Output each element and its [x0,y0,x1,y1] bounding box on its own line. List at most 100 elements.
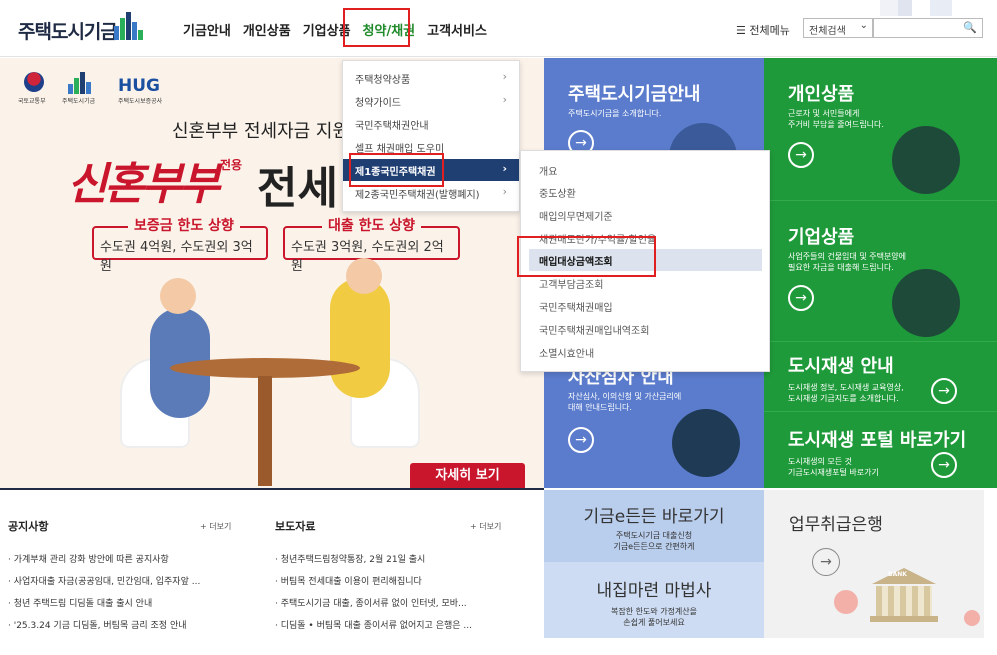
tile-corporate-desc2: 필요한 자금을 대출해 드립니다. [788,263,894,272]
arrow-right-icon[interactable]: → [788,142,814,168]
header-decoration [930,0,952,16]
tile-portal-desc2: 기금도시재생포털 바로가기 [788,468,879,477]
menu-item-bond-purchase-history[interactable]: 국민주택채권매입내역조회 [529,318,762,340]
man-head-illustration [346,258,382,294]
all-menu-button[interactable]: ☰ 전체메뉴 [736,22,790,38]
menu-item-exemption-criteria[interactable]: 매입의무면제기준 [529,204,762,226]
notice-item[interactable]: · 청년 주택드림 디딤돌 대출 출시 안내 [8,596,152,609]
table-leg-illustration [258,376,272,486]
tile-fund-title: 주택도시기금안내 [568,84,701,105]
search-input[interactable]: 🔍 [873,18,983,38]
nav-personal[interactable]: 개인상품 [243,20,291,39]
tile-bank-title: 업무취급은행 [789,515,883,535]
menu-item-prescription-info[interactable]: 소멸시효안내 [529,341,762,363]
menu-item-label: 주택청약상품 [355,75,411,86]
tile-corporate[interactable]: 기업상품 사업주들의 건물임대 및 주택분양에 필요한 자금을 대출해 드립니다… [764,200,997,341]
search-icon[interactable]: 🔍 [963,21,977,34]
main-navigation: 기금안내 개인상품 기업상품 청약/채권 고객서비스 [183,20,487,39]
notice-item-text: 청년 주택드림 디딤돌 대출 출시 안내 [13,599,153,609]
nav-customer-service[interactable]: 고객서비스 [427,20,487,39]
bank-sign: BANK [888,571,907,578]
menu-item-bond-sale-price[interactable]: 채권매도단가/수익률/할인율 [529,227,762,249]
molit-logo-icon [24,72,44,92]
notice-item[interactable]: · 가계부채 관리 강화 방안에 따른 공지사항 [8,552,169,565]
menu-item-subscription-guide[interactable]: 청약가이드 › [343,90,519,112]
tile-personal-desc2: 주거비 부담을 줄여드립니다. [788,120,884,129]
arrow-right-icon[interactable]: → [568,427,594,453]
press-item[interactable]: · 주택도시기금 대출, 종이서류 없이 인터넷, 모바... [275,596,467,609]
fund-logo-icon [68,72,92,94]
notice-item-text: 사업자대출 자금(공공임대, 민간임대, 입주자앞 ... [13,577,201,587]
menu-item-purchase-amount-lookup[interactable]: 매입대상금액조회 [529,249,762,271]
menu-item-early-repayment[interactable]: 중도상환 [529,181,762,203]
nav-fund-info[interactable]: 기금안내 [183,20,231,39]
tile-corporate-desc1: 사업주들의 건물임대 및 주택분양에 [788,252,907,261]
decor-circle-icon [834,590,858,614]
woman-head-illustration [160,278,196,314]
chevron-right-icon: › [502,93,507,106]
tile-regen-desc2: 도시재생 기금지도를 소개합니다. [788,394,899,403]
tile-efund[interactable]: 기금e든든 바로가기 주택도시기금 대출신청 기금e든든으로 간편하게 [544,490,764,562]
menu-item-label: 셀프 채권매입 도우미 [355,144,445,155]
site-logo-text[interactable]: 주택도시기금 [18,17,118,44]
tile-personal[interactable]: 개인상품 근로자 및 서민들에게 주거비 부담을 줄여드립니다. → [764,58,997,200]
tile-regen-desc1: 도시재생 정보, 도시재생 교육영상, [788,383,904,392]
menu-item-bond-info[interactable]: 국민주택채권안내 [343,113,519,135]
tile-portal-title: 도시재생 포털 바로가기 [788,430,967,451]
header-decoration [880,0,898,16]
banner-title-red: 신혼부부 [67,159,220,210]
menu-item-self-bond-helper[interactable]: 셀프 채권매입 도우미 [343,136,519,158]
press-item-text: 청년주택드림청약통장, 2월 21일 출시 [280,555,426,565]
tile-banks[interactable]: 업무취급은행 → BANK [764,490,984,638]
menu-item-subscription-products[interactable]: 주택청약상품 › [343,67,519,89]
tile-regen-portal[interactable]: 도시재생 포털 바로가기 도시재생의 모든 것 기금도시재생포털 바로가기 → [764,411,997,488]
press-item[interactable]: · 버팀목 전세대출 이용이 편리해집니다 [275,574,422,587]
arrow-right-icon[interactable]: → [931,378,957,404]
site-header: 주택도시기금 기금안내 개인상품 기업상품 청약/채권 고객서비스 ☰ 전체메뉴… [0,0,997,57]
banner-more-button[interactable]: 자세히 보기 [410,463,525,488]
tile-efund-title: 기금e든든 바로가기 [583,507,725,527]
chevron-right-icon: › [502,185,507,198]
tile-my-home[interactable]: 내집마련 마법사 복잡한 한도와 가정계산을 손쉽게 풀어보세요 [544,562,764,638]
hamburger-icon: ☰ [736,24,746,37]
menu-item-overview[interactable]: 개요 [529,159,762,181]
menu-item-label: 제2종국민주택채권(발행폐지) [355,190,480,201]
chevron-right-icon: › [502,70,507,83]
man-illustration [330,278,390,398]
menu-item-label: 제1종국민주택채권 [355,167,436,178]
menu-item-label: 청약가이드 [355,98,401,109]
notice-title: 공지사항 [8,520,49,533]
notice-more-link[interactable]: + 더보기 [200,521,231,532]
arrow-right-icon[interactable]: → [788,285,814,311]
notice-item-text: '25.3.24 기금 디딤돌, 버팀목 금리 조정 안내 [13,621,187,631]
search-scope-value: 전체검색 [809,26,846,37]
search-scope-select[interactable]: 전체검색 ⌄ [803,18,873,38]
press-item[interactable]: · 청년주택드림청약통장, 2월 21일 출시 [275,552,425,565]
banner-title-small: 전용 [220,158,243,172]
notice-item[interactable]: · 사업자대출 자금(공공임대, 민간임대, 입주자앞 ... [8,574,200,587]
tile-urban-regeneration[interactable]: 도시재생 안내 도시재생 정보, 도시재생 교육영상, 도시재생 기금지도를 소… [764,341,997,411]
tile-efund-desc2: 기금e든든으로 간편하게 [613,542,695,551]
arrow-right-icon[interactable]: → [812,548,840,576]
menu-item-bond-purchase[interactable]: 국민주택채권매입 [529,295,762,317]
arrow-right-icon[interactable]: → [931,452,957,478]
press-item[interactable]: · 디딤돌 • 버팀목 대출 종이서류 없어지고 은행은 ... [275,618,472,631]
bank-building-icon: BANK [864,568,944,628]
notice-item-text: 가계부채 관리 강화 방안에 따른 공지사항 [13,555,169,565]
person-illustration-icon [892,126,960,194]
tile-regen-title: 도시재생 안내 [788,356,894,377]
menu-item-customer-charge-lookup[interactable]: 고객부담금조회 [529,272,762,294]
menu-item-type2-bond[interactable]: 제2종국민주택채권(발행폐지) › [343,182,519,204]
header-decoration [898,0,912,16]
nav-corporate[interactable]: 기업상품 [303,20,351,39]
press-more-link[interactable]: + 더보기 [470,521,501,532]
press-title: 보도자료 [275,520,316,533]
table-illustration [170,358,360,378]
menu-item-type1-bond[interactable]: 제1종국민주택채권 › [343,159,519,181]
nav-subscription-bonds[interactable]: 청약/채권 [363,20,416,39]
banner-title-black: 전세 [257,163,338,214]
tile-myhome-desc2: 손쉽게 풀어보세요 [623,618,685,627]
tag-deposit-title: 보증금 한도 상향 [128,215,240,235]
notice-item[interactable]: · '25.3.24 기금 디딤돌, 버팀목 금리 조정 안내 [8,618,187,631]
submenu-subscription-bonds: 주택청약상품 › 청약가이드 › 국민주택채권안내 셀프 채권매입 도우미 제1종국… [342,60,520,212]
